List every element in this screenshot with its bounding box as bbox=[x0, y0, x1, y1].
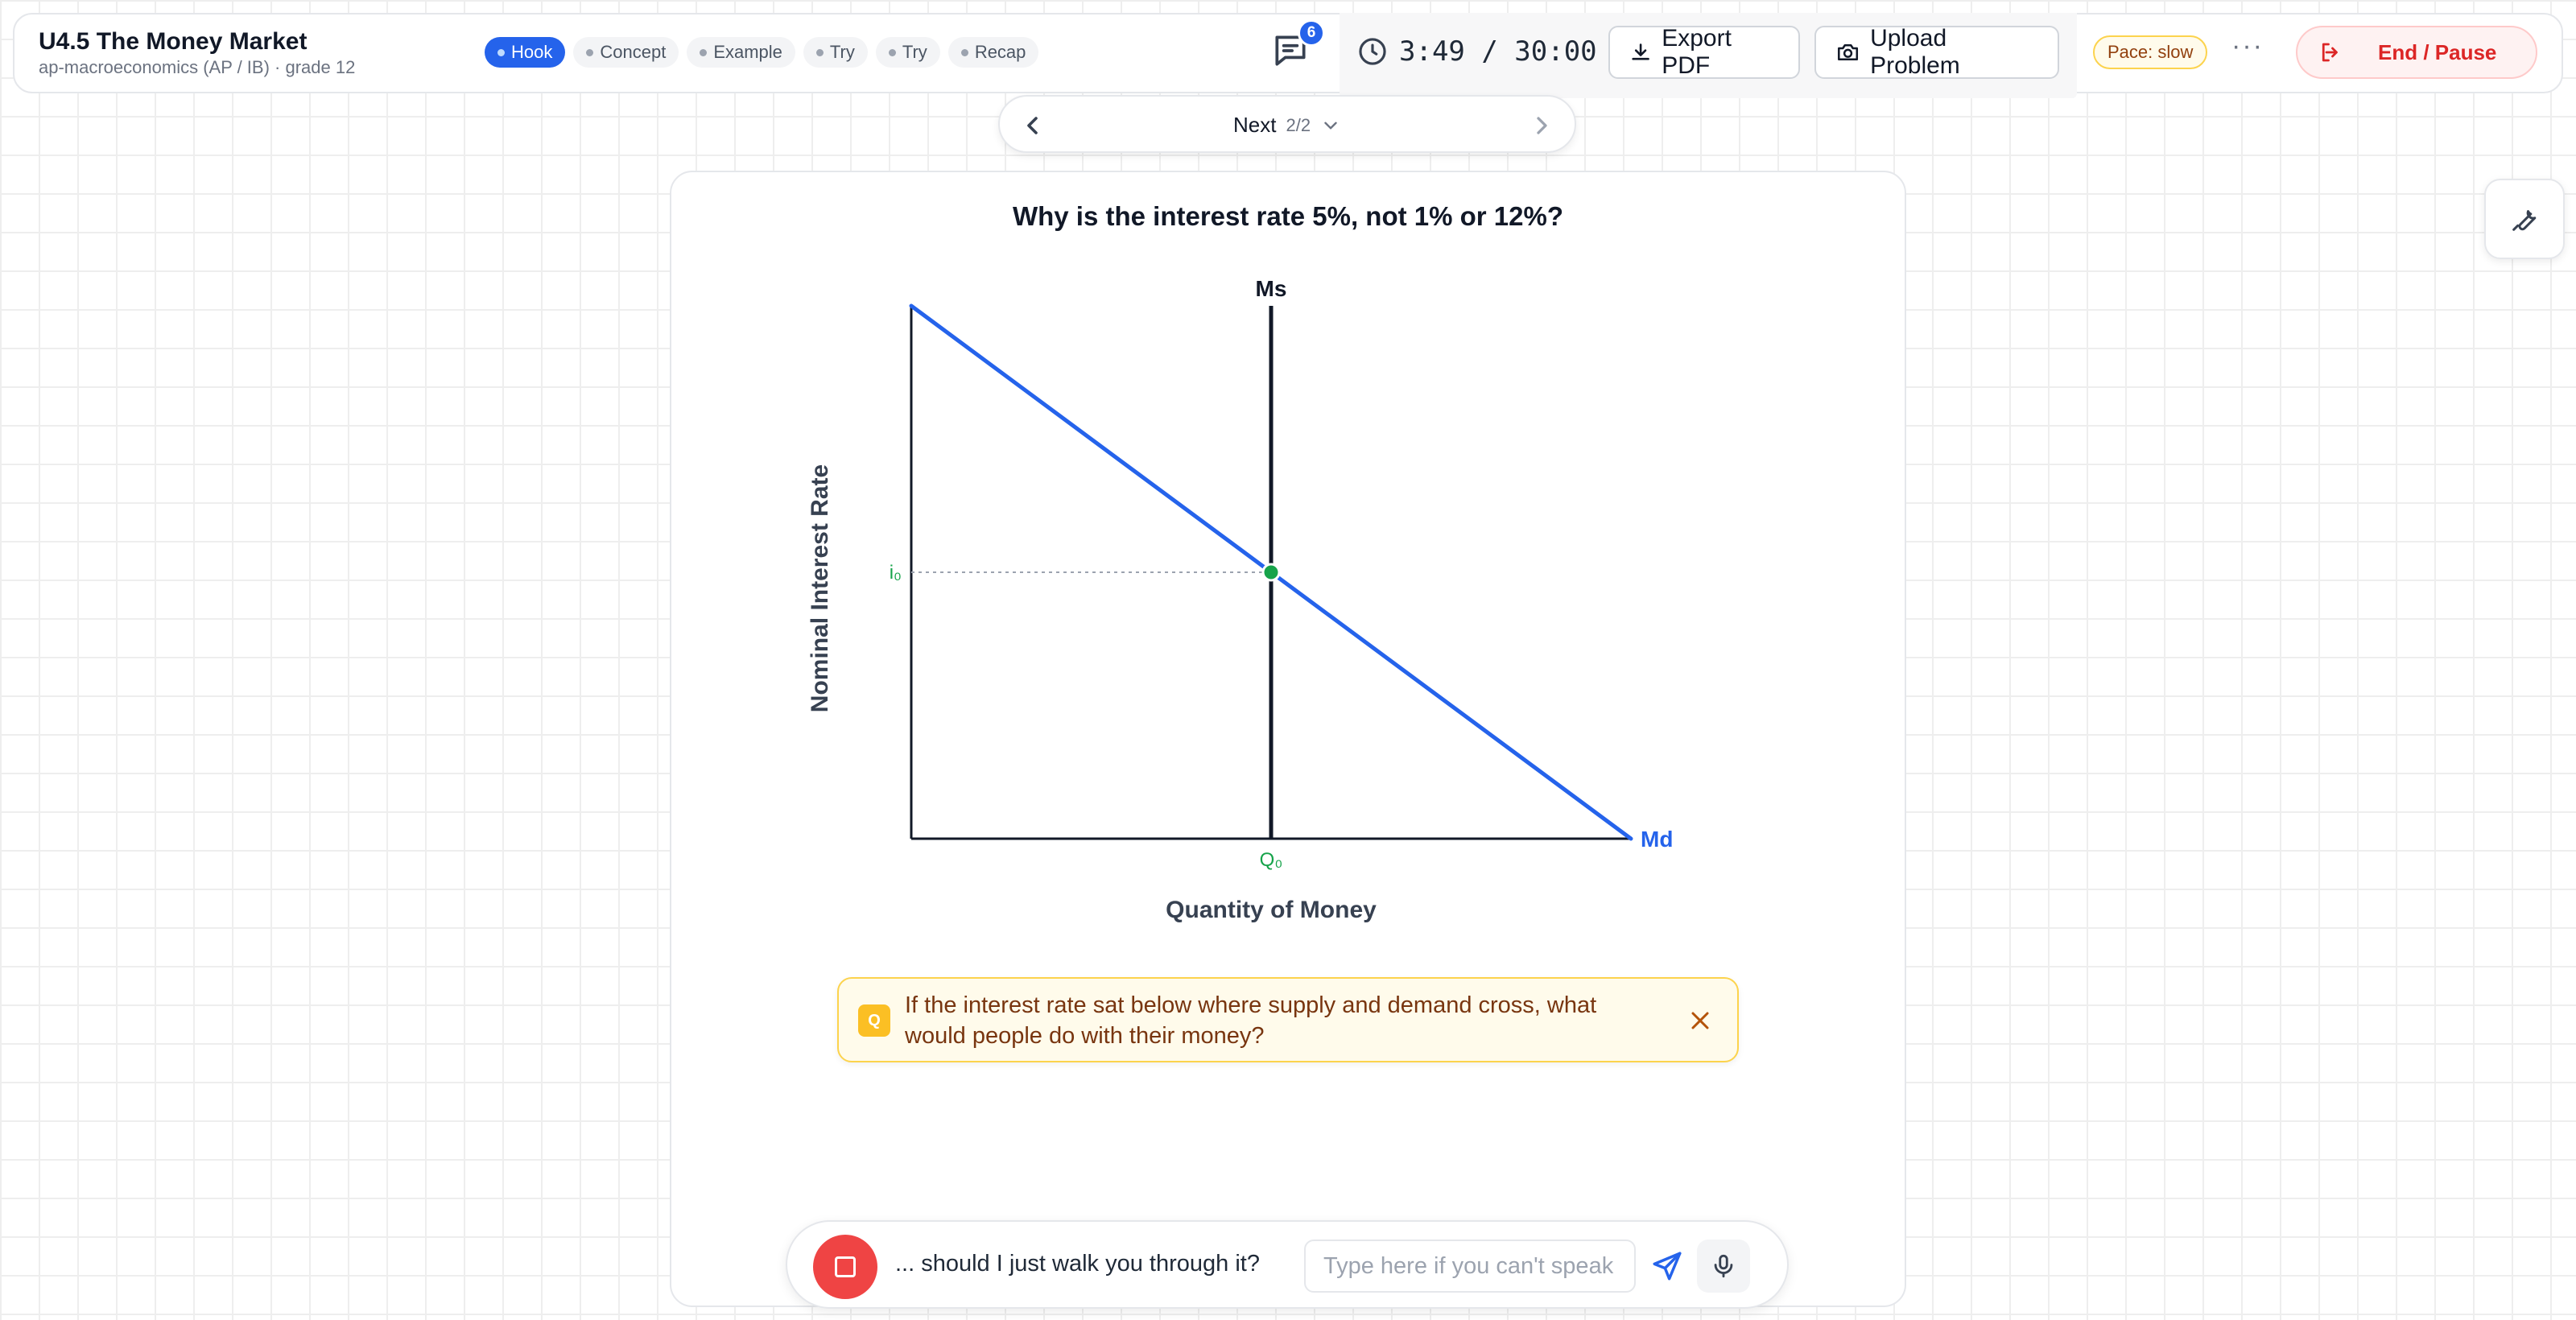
step-selector[interactable]: Next 2/2 bbox=[1233, 113, 1341, 138]
export-pdf-button[interactable]: Export PDF bbox=[1608, 25, 1800, 79]
tab-label: Hook bbox=[511, 42, 553, 62]
money-market-graph: Ms Md i₀ Q₀ Quantity of Money Nominal Interes… bbox=[807, 276, 1673, 923]
send-button[interactable] bbox=[1650, 1249, 1684, 1283]
stop-recording-button[interactable] bbox=[813, 1235, 877, 1299]
phase-dot bbox=[815, 48, 824, 56]
phase-tabs: Hook Concept Example Try Try Recap bbox=[485, 37, 1039, 68]
money-demand-label: Md bbox=[1641, 827, 1673, 852]
chevron-down-icon bbox=[1324, 122, 1337, 129]
session-timer: 3:49 / 30:00 bbox=[1357, 35, 1597, 68]
pace-badge[interactable]: Pace: slow bbox=[2093, 35, 2208, 69]
microphone-icon bbox=[1714, 1254, 1733, 1278]
tab-label: Try bbox=[902, 42, 927, 62]
tab-recap[interactable]: Recap bbox=[947, 37, 1039, 68]
exit-icon bbox=[2322, 43, 2338, 62]
end-pause-label: End / Pause bbox=[2378, 39, 2497, 64]
export-pdf-label: Export PDF bbox=[1662, 25, 1732, 79]
tab-example[interactable]: Example bbox=[687, 37, 795, 68]
lesson-title-block: U4.5 The Money Market ap-macroeconomics … bbox=[39, 27, 355, 79]
microphone-button[interactable] bbox=[1697, 1240, 1750, 1293]
hint-close-button[interactable] bbox=[1686, 1006, 1715, 1035]
question-icon: Q bbox=[858, 1004, 890, 1037]
stop-icon bbox=[835, 1256, 856, 1277]
lesson-subtitle: ap-macroeconomics (AP / IB) · grade 12 bbox=[39, 57, 356, 77]
download-icon bbox=[1632, 43, 1649, 60]
step-label: Next bbox=[1233, 113, 1277, 137]
wrench-icon bbox=[2512, 210, 2537, 231]
hint-banner: Q If the interest rate sat below where s… bbox=[837, 977, 1739, 1062]
equilibrium-rate-label: i₀ bbox=[890, 562, 902, 584]
equilibrium-quantity-label: Q₀ bbox=[1260, 849, 1283, 871]
money-supply-label: Ms bbox=[1256, 276, 1287, 301]
clock-icon bbox=[1359, 38, 1386, 65]
tab-try-1[interactable]: Try bbox=[803, 37, 868, 68]
live-transcript: ... should I just walk you through it? bbox=[895, 1251, 1260, 1277]
message-input[interactable] bbox=[1304, 1240, 1636, 1293]
step-count: 2/2 bbox=[1286, 114, 1311, 135]
x-axis-title: Quantity of Money bbox=[1166, 897, 1377, 923]
tab-try-2[interactable]: Try bbox=[875, 37, 940, 68]
end-pause-button[interactable]: End / Pause bbox=[2296, 26, 2537, 79]
upload-problem-label: Upload Problem bbox=[1870, 25, 1960, 79]
tab-label: Concept bbox=[600, 42, 667, 62]
tab-concept[interactable]: Concept bbox=[573, 37, 679, 68]
close-icon bbox=[1691, 1012, 1709, 1029]
timer-text: 3:49 / 30:00 bbox=[1399, 35, 1597, 68]
tools-button[interactable] bbox=[2484, 179, 2565, 259]
phase-dot bbox=[960, 48, 968, 56]
hint-text: If the interest rate sat below where sup… bbox=[905, 992, 1597, 1049]
upload-problem-button[interactable]: Upload Problem bbox=[1814, 25, 2059, 79]
tab-label: Example bbox=[713, 42, 782, 62]
phase-dot bbox=[497, 48, 505, 56]
lesson-title: U4.5 The Money Market bbox=[39, 28, 308, 55]
previous-step-button[interactable] bbox=[1019, 111, 1048, 140]
phase-dot bbox=[700, 48, 708, 56]
question-title: Why is the interest rate 5%, not 1% or 1… bbox=[1012, 201, 1563, 231]
camera-icon bbox=[1838, 44, 1859, 60]
next-step-button[interactable] bbox=[1526, 111, 1555, 140]
more-menu-button[interactable]: ··· bbox=[2231, 31, 2264, 62]
y-axis-title: Nominal Interest Rate bbox=[807, 464, 833, 712]
equilibrium-point bbox=[1261, 563, 1281, 582]
tab-label: Try bbox=[829, 42, 855, 62]
chat-count-badge: 6 bbox=[1298, 19, 1325, 47]
tab-hook[interactable]: Hook bbox=[485, 37, 566, 68]
step-navigator: Next 2/2 bbox=[998, 95, 1576, 153]
tab-label: Recap bbox=[974, 42, 1026, 62]
voice-bar: ... should I just walk you through it? bbox=[786, 1220, 1789, 1309]
chevron-left-icon bbox=[1027, 117, 1038, 134]
phase-dot bbox=[586, 48, 594, 56]
send-icon bbox=[1653, 1252, 1682, 1281]
chevron-right-icon bbox=[1537, 117, 1547, 134]
phase-dot bbox=[888, 48, 896, 56]
